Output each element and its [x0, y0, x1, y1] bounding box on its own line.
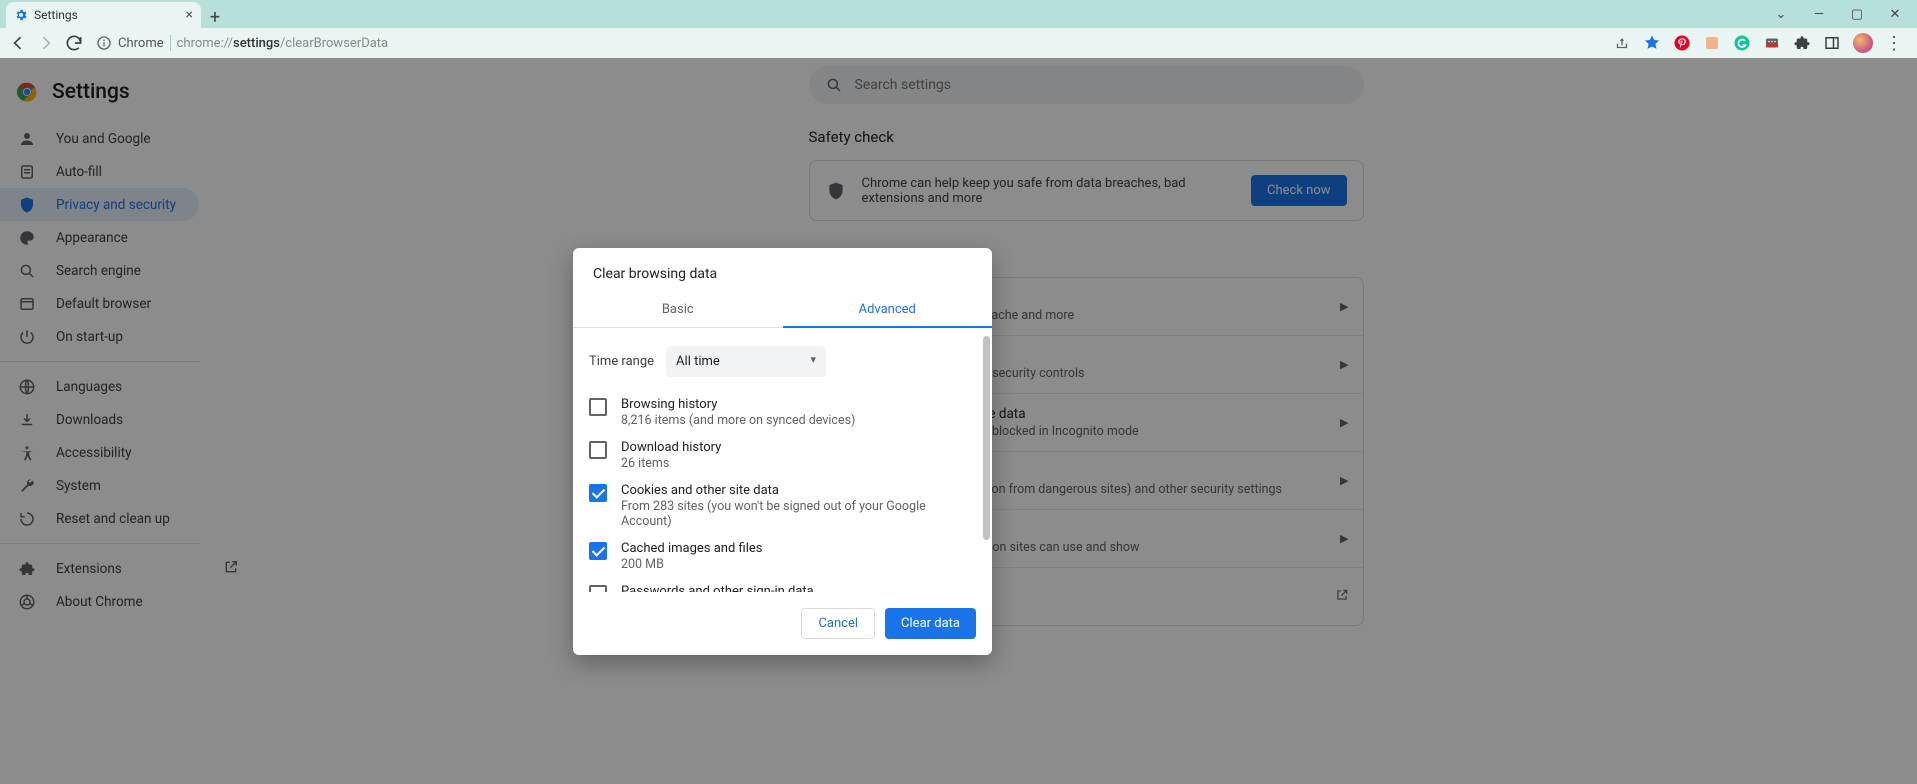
checkbox-row: Passwords and other sign-in data294 pass… [589, 578, 976, 592]
side-panel-icon[interactable] [1823, 34, 1841, 52]
kebab-menu-icon[interactable]: ⋮ [1885, 33, 1903, 54]
checkbox-row: Cookies and other site dataFrom 283 site… [589, 477, 976, 535]
browser-titlebar: Settings × + ⌄ — ▢ ✕ [0, 0, 1917, 28]
reload-button[interactable] [64, 33, 84, 53]
pinterest-extension-icon[interactable] [1673, 34, 1691, 52]
tab-basic[interactable]: Basic [573, 292, 783, 327]
app-label: Chrome [118, 36, 164, 51]
tabs-dropdown-icon[interactable]: ⌄ [1771, 7, 1791, 22]
close-window-button[interactable]: ✕ [1885, 7, 1905, 22]
dialog-scrollbar[interactable] [980, 328, 992, 592]
checkbox-subtitle: 8,216 items (and more on synced devices) [621, 413, 855, 428]
lastpass-extension-icon[interactable] [1763, 34, 1781, 52]
extensions-puzzle-icon[interactable] [1793, 34, 1811, 52]
checkbox-subtitle: 200 MB [621, 557, 762, 572]
scrollbar-thumb[interactable] [983, 336, 990, 540]
checkbox-subtitle: From 283 sites (you won't be signed out … [621, 499, 976, 529]
time-range-select[interactable]: All time [666, 346, 826, 377]
checkbox-row: Download history26 items [589, 434, 976, 477]
window-controls: ⌄ — ▢ ✕ [1771, 0, 1917, 28]
grammarly-extension-icon[interactable] [1733, 34, 1751, 52]
checkbox-title: Passwords and other sign-in data [621, 584, 976, 592]
dialog-title: Clear browsing data [573, 248, 992, 282]
checkbox[interactable] [589, 398, 607, 416]
forward-button[interactable] [36, 33, 56, 53]
checkbox-subtitle: 26 items [621, 456, 721, 471]
checkbox[interactable] [589, 441, 607, 459]
checkbox-title: Download history [621, 440, 721, 455]
share-icon[interactable] [1613, 34, 1631, 52]
time-range-label: Time range [589, 354, 654, 369]
address-bar[interactable]: Chrome chrome://settings/clearBrowserDat… [96, 35, 388, 51]
back-button[interactable] [8, 33, 28, 53]
checkbox[interactable] [589, 542, 607, 560]
new-tab-button[interactable]: + [201, 7, 229, 28]
checkbox-row: Browsing history8,216 items (and more on… [589, 391, 976, 434]
clear-data-button[interactable]: Clear data [885, 608, 976, 639]
site-info-icon[interactable] [96, 35, 112, 51]
browser-tab[interactable]: Settings × [6, 2, 201, 28]
checkbox[interactable] [589, 585, 607, 592]
close-tab-icon[interactable]: × [186, 7, 193, 23]
checkbox-title: Cached images and files [621, 541, 762, 556]
maximize-button[interactable]: ▢ [1847, 7, 1867, 22]
checkbox-row: Cached images and files200 MB [589, 535, 976, 578]
extension-icon-2[interactable] [1703, 34, 1721, 52]
minimize-button[interactable]: — [1809, 7, 1829, 22]
separator [170, 35, 171, 51]
cancel-button[interactable]: Cancel [801, 608, 875, 639]
profile-avatar[interactable] [1853, 33, 1873, 53]
gear-icon [14, 8, 28, 22]
checkbox-title: Browsing history [621, 397, 855, 412]
checkbox-title: Cookies and other site data [621, 483, 976, 498]
tab-title: Settings [34, 8, 78, 22]
url-text: chrome://settings/clearBrowserData [177, 36, 389, 51]
tab-advanced[interactable]: Advanced [783, 292, 993, 327]
browser-toolbar: Chrome chrome://settings/clearBrowserDat… [0, 28, 1917, 58]
bookmark-star-icon[interactable] [1643, 34, 1661, 52]
checkbox[interactable] [589, 484, 607, 502]
clear-browsing-data-dialog: Clear browsing data Basic Advanced Time … [573, 248, 992, 655]
